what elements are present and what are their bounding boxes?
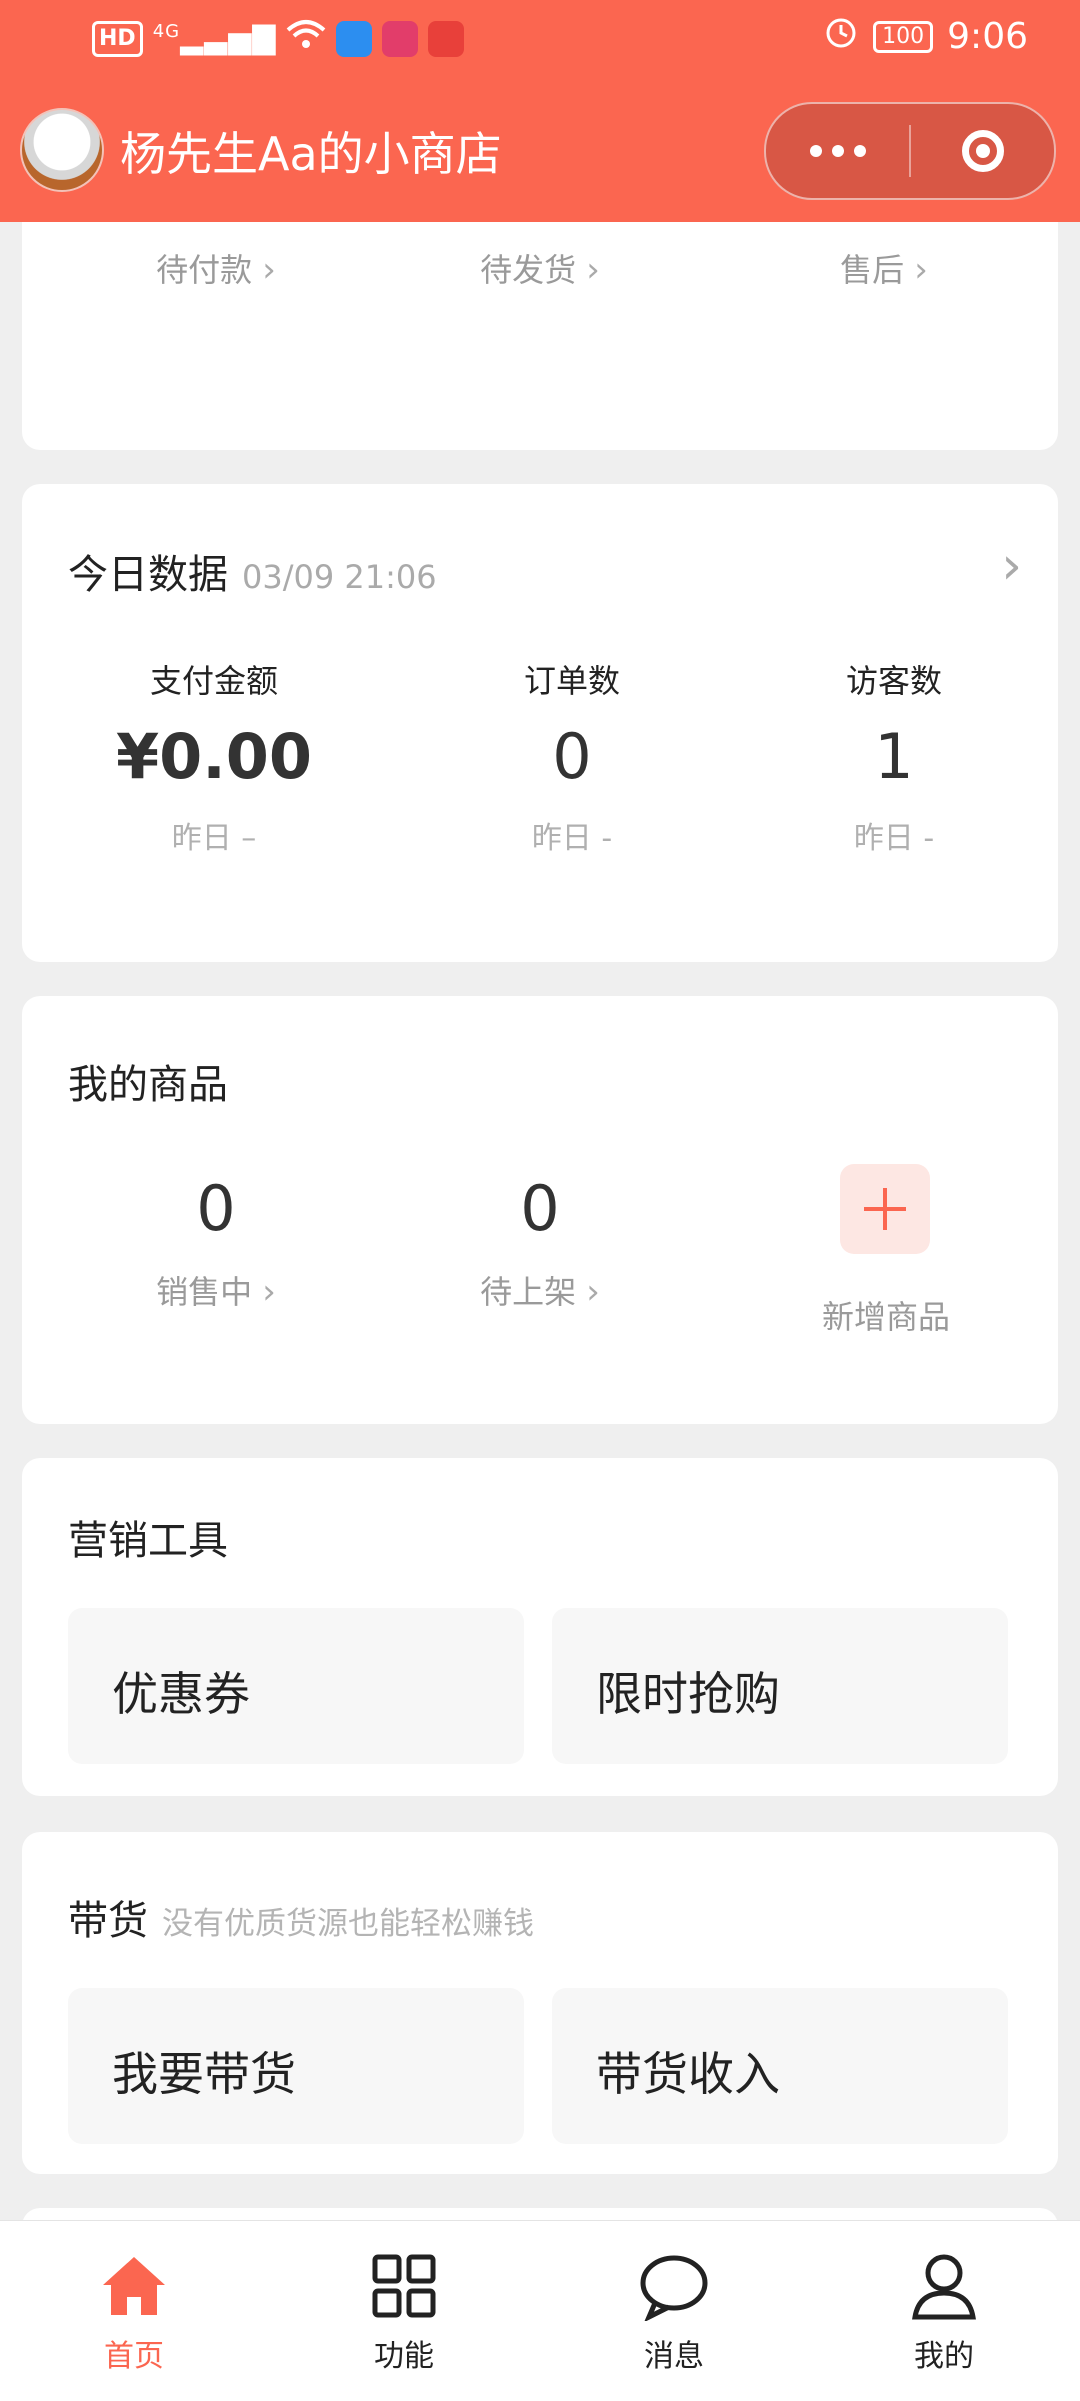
coupon-tool[interactable]: 优惠券 bbox=[68, 1608, 524, 1764]
tab-functions-label: 功能 bbox=[374, 2339, 434, 2374]
pending-listing-count: 0 bbox=[520, 1172, 560, 1245]
status-bar: HD 4G▂▃▅▇ 100 9:06 bbox=[0, 0, 1080, 80]
metric-visitors: 访客数 1 昨日 - bbox=[744, 656, 1044, 857]
battery-icon: 100 bbox=[873, 20, 934, 53]
add-product-label: 新增商品 bbox=[821, 1298, 950, 1336]
after-sales-label: 售后 bbox=[840, 251, 905, 289]
flash-sale-tool[interactable]: 限时抢购 bbox=[552, 1608, 1008, 1764]
metric-value: ¥0.00 bbox=[115, 720, 313, 793]
start-promoting-tool[interactable]: 我要带货 bbox=[68, 1988, 524, 2144]
flash-sale-label: 限时抢购 bbox=[596, 1667, 780, 1721]
today-data-title: 今日数据 bbox=[68, 552, 228, 598]
chevron-right-icon: › bbox=[586, 1272, 600, 1312]
metric-value: 1 bbox=[874, 720, 914, 793]
shop-app-icon bbox=[382, 20, 419, 57]
tab-home-label: 首页 bbox=[104, 2339, 164, 2374]
more-dots-icon bbox=[809, 145, 866, 157]
today-data-timestamp: 03/09 21:06 bbox=[242, 558, 437, 596]
person-icon bbox=[909, 2251, 979, 2321]
on-sale-label: 销售中 bbox=[156, 1273, 253, 1311]
metric-compare: 昨日 - bbox=[531, 821, 613, 856]
home-icon bbox=[99, 2251, 169, 2321]
chevron-right-icon: › bbox=[586, 250, 600, 290]
chat-bubble-icon bbox=[639, 2251, 709, 2323]
signal-icon: 4G▂▃▅▇ bbox=[152, 21, 277, 56]
metric-value: 0 bbox=[552, 720, 592, 793]
metric-label: 支付金额 bbox=[149, 662, 278, 700]
wifi-icon bbox=[286, 18, 326, 59]
top-bar: HD 4G▂▃▅▇ 100 9:06 杨先生Aa的小商店 bbox=[0, 0, 1080, 222]
promote-card: 带货 没有优质货源也能轻松赚钱 我要带货 带货收入 bbox=[22, 1832, 1058, 2174]
pending-shipment-label: 待发货 bbox=[480, 251, 577, 289]
tab-messages-label: 消息 bbox=[644, 2339, 704, 2374]
mini-program-capsule bbox=[764, 102, 1056, 200]
promote-subtitle: 没有优质货源也能轻松赚钱 bbox=[162, 1906, 534, 1942]
coupon-label: 优惠券 bbox=[112, 1667, 250, 1721]
close-mini-program-button[interactable] bbox=[911, 104, 1054, 198]
pending-payment-label: 待付款 bbox=[156, 251, 253, 289]
products-on-sale[interactable]: 0 销售中 › bbox=[66, 1172, 366, 1313]
metric-label: 订单数 bbox=[523, 662, 620, 700]
promote-header: 带货 没有优质货源也能轻松赚钱 bbox=[68, 1888, 534, 1946]
grid-icon bbox=[369, 2251, 439, 2321]
huawei-app-icon bbox=[428, 20, 465, 57]
products-pending-listing[interactable]: 0 待上架 › bbox=[390, 1172, 690, 1313]
target-icon bbox=[961, 130, 1004, 172]
shop-title: 杨先生Aa的小商店 bbox=[120, 127, 502, 181]
start-promoting-label: 我要带货 bbox=[112, 2047, 296, 2101]
on-sale-count: 0 bbox=[196, 1172, 236, 1245]
chevron-right-icon: › bbox=[914, 250, 928, 290]
chevron-right-icon: › bbox=[262, 1272, 276, 1312]
metric-compare: 昨日 – bbox=[171, 821, 257, 856]
promotion-income-label: 带货收入 bbox=[596, 2047, 780, 2101]
tab-messages[interactable]: 消息 bbox=[574, 2251, 774, 2375]
marketing-tools-card: 营销工具 优惠券 限时抢购 bbox=[22, 1458, 1058, 1796]
clock: 9:06 bbox=[947, 16, 1028, 57]
tab-mine-label: 我的 bbox=[914, 2339, 974, 2374]
more-button[interactable] bbox=[766, 104, 909, 198]
today-data-header: 今日数据 03/09 21:06 bbox=[68, 542, 437, 600]
navigation-bar: 杨先生Aa的小商店 bbox=[0, 100, 1080, 210]
alarm-icon bbox=[823, 14, 859, 59]
my-products-title: 我的商品 bbox=[68, 1062, 228, 1108]
metric-payment: 支付金额 ¥0.00 昨日 – bbox=[64, 656, 364, 857]
metric-compare: 昨日 - bbox=[853, 821, 935, 856]
chevron-right-icon[interactable]: › bbox=[1001, 536, 1022, 596]
tab-mine[interactable]: 我的 bbox=[844, 2251, 1044, 2375]
chevron-right-icon: › bbox=[262, 250, 276, 290]
today-data-card[interactable]: 今日数据 03/09 21:06 › 支付金额 ¥0.00 昨日 – 订单数 0 … bbox=[22, 484, 1058, 962]
hotspot-app-icon bbox=[336, 20, 373, 57]
promotion-income-tool[interactable]: 带货收入 bbox=[552, 1988, 1008, 2144]
tab-home[interactable]: 首页 bbox=[34, 2251, 234, 2375]
bottom-tab-bar: 首页 功能 消息 我的 bbox=[0, 2220, 1080, 2401]
marketing-tools-title: 营销工具 bbox=[68, 1518, 228, 1564]
tab-functions[interactable]: 功能 bbox=[304, 2251, 504, 2375]
shop-avatar[interactable] bbox=[20, 108, 104, 192]
my-products-card: 我的商品 0 销售中 › 0 待上架 › 新增商品 bbox=[22, 996, 1058, 1424]
promote-title: 带货 bbox=[68, 1898, 148, 1944]
pending-listing-label: 待上架 bbox=[480, 1273, 577, 1311]
add-product-button[interactable] bbox=[840, 1164, 930, 1254]
hd-badge: HD bbox=[92, 20, 143, 57]
metric-orders: 订单数 0 昨日 - bbox=[422, 656, 722, 857]
metric-label: 访客数 bbox=[845, 662, 942, 700]
plus-icon bbox=[864, 1188, 906, 1230]
